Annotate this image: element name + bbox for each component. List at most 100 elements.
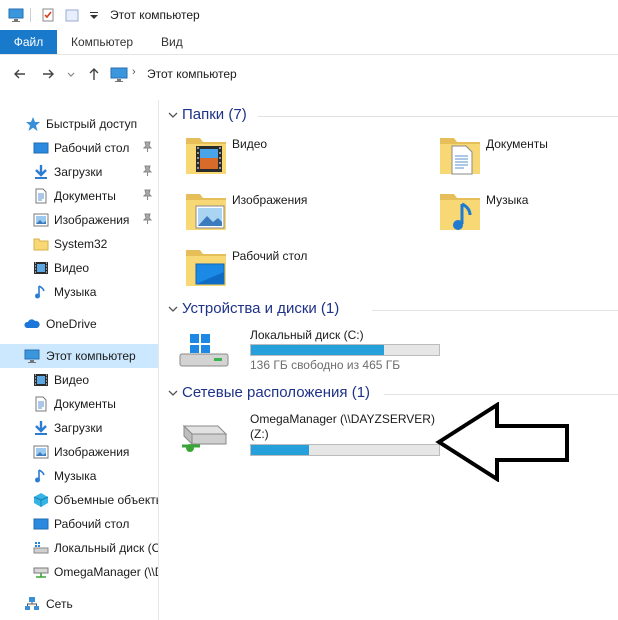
navigation-bar: › Этот компьютер (0, 56, 618, 92)
sidebar-item-documents[interactable]: Документы (0, 392, 158, 416)
sidebar-item-3d-objects[interactable]: Объемные объекты (0, 488, 158, 512)
sidebar-item-pictures[interactable]: Изображения (0, 208, 158, 232)
sidebar-item-documents[interactable]: Документы (0, 184, 158, 208)
chevron-right-icon[interactable]: › (132, 66, 136, 78)
sidebar-item-videos[interactable]: Видео (0, 368, 158, 392)
local-disk-icon (33, 542, 49, 554)
arrow-right-icon (43, 69, 54, 79)
customize-toolbar-icon[interactable] (86, 7, 102, 23)
sidebar-item-pictures[interactable]: Изображения (0, 440, 158, 464)
pin-icon[interactable] (143, 165, 152, 177)
sidebar-item-label: Документы (54, 397, 116, 411)
drive-usage-fill (251, 445, 310, 455)
group-header-folders[interactable]: Папки (7) (160, 106, 618, 126)
pin-icon[interactable] (143, 141, 152, 153)
desktop-folder-icon (186, 250, 226, 286)
drive-network-z[interactable]: OmegaManager (\\DAYZSERVER) (Z:) (178, 412, 448, 460)
drive-local-c[interactable]: Локальный диск (C:) 136 ГБ свободно из 4… (178, 328, 448, 376)
sidebar-item-label: Видео (54, 373, 90, 387)
sidebar-item-label: Загрузки (54, 421, 103, 435)
folder-name: Изображения (232, 193, 308, 207)
sidebar-item-label: Музыка (54, 469, 97, 483)
network-icon (25, 597, 39, 610)
videos-icon (34, 262, 48, 274)
sidebar-item-label: Рабочий стол (54, 141, 130, 155)
drive-name: Локальный диск (C:) (250, 328, 364, 342)
left-arrow-icon (435, 402, 569, 482)
folder-tile-documents[interactable]: Документы (436, 132, 618, 182)
windows-drive-icon (179, 334, 229, 367)
tab-computer[interactable]: Компьютер (71, 30, 133, 54)
desktop-icon (33, 518, 49, 530)
sidebar-item-onedrive[interactable]: OneDrive (0, 312, 158, 336)
pin-icon[interactable] (143, 189, 152, 201)
drive-name-line2: (Z:) (250, 427, 269, 441)
pane-splitter[interactable] (158, 100, 159, 620)
forward-button[interactable] (40, 66, 56, 85)
group-title: Устройства и диски (1) (182, 300, 340, 317)
group-divider (372, 310, 618, 311)
sidebar-item-this-pc[interactable]: Этот компьютер (0, 344, 158, 368)
pin-icon[interactable] (143, 213, 152, 225)
downloads-icon (35, 165, 47, 179)
sidebar-item-music[interactable]: Музыка (0, 464, 158, 488)
up-button[interactable] (86, 66, 102, 85)
sidebar-item-music[interactable]: Музыка (0, 280, 158, 304)
folder-tile-videos[interactable]: Видео (182, 132, 422, 182)
sidebar-item-videos[interactable]: Видео (0, 256, 158, 280)
folder-tile-music[interactable]: Музыка (436, 188, 618, 238)
group-header-network[interactable]: Сетевые расположения (1) (160, 384, 618, 404)
sidebar-item-label: Объемные объекты (54, 493, 158, 507)
sidebar-item-label: Сеть (46, 597, 73, 611)
sidebar-item-label: Загрузки (54, 165, 103, 179)
tab-file[interactable]: Файл (0, 30, 57, 54)
sidebar-item-desktop[interactable]: Рабочий стол (0, 512, 158, 536)
drive-name-line1: OmegaManager (\\DAYZSERVER) (250, 412, 435, 426)
sidebar-item-network[interactable]: Сеть (0, 592, 158, 616)
music-folder-icon (440, 194, 480, 230)
sidebar-item-downloads[interactable]: Загрузки (0, 416, 158, 440)
computer-icon (110, 67, 128, 82)
new-folder-icon[interactable] (64, 7, 80, 23)
drive-free-space: 136 ГБ свободно из 465 ГБ (250, 358, 401, 372)
recent-locations-button[interactable] (66, 66, 76, 85)
window-title: Этот компьютер (110, 8, 200, 22)
drive-usage-bar (250, 444, 440, 456)
group-divider (384, 394, 618, 395)
documents-icon (35, 396, 47, 412)
group-divider (258, 116, 618, 117)
sidebar-item-desktop[interactable]: Рабочий стол (0, 136, 158, 160)
sidebar-item-label: Изображения (54, 445, 130, 459)
chevron-down-icon (168, 112, 178, 118)
sidebar-item-label: Быстрый доступ (46, 117, 138, 131)
sidebar-item-network-drive[interactable]: OmegaManager (\\DAYZSERVER) (Z:) (0, 560, 158, 584)
properties-icon[interactable] (40, 7, 56, 23)
videos-icon (34, 374, 48, 386)
breadcrumb[interactable]: Этот компьютер (147, 67, 237, 81)
sidebar-item-label: Этот компьютер (46, 349, 136, 363)
drive-usage-bar (250, 344, 440, 356)
sidebar-item-system32[interactable]: System32 (0, 232, 158, 256)
folder-tile-pictures[interactable]: Изображения (182, 188, 422, 238)
content-pane: Папки (7) Видео Документы Изображения Му… (160, 100, 618, 620)
network-drive-icon (33, 567, 49, 578)
chevron-down-icon (168, 390, 178, 396)
sidebar-item-label: Рабочий стол (54, 517, 130, 531)
network-drive-icon (182, 424, 228, 452)
sidebar-item-label: Изображения (54, 213, 130, 227)
computer-icon[interactable] (8, 7, 24, 23)
folder-icon (33, 238, 49, 251)
sidebar-item-label: Документы (54, 189, 116, 203)
sidebar-item-downloads[interactable]: Загрузки (0, 160, 158, 184)
toolbar-separator (30, 8, 31, 22)
sidebar-item-local-disk[interactable]: Локальный диск (C:) (0, 536, 158, 560)
onedrive-icon (24, 319, 40, 328)
sidebar-item-quick-access[interactable]: Быстрый доступ (0, 112, 158, 136)
sidebar-item-label: Видео (54, 261, 90, 275)
group-header-devices[interactable]: Устройства и диски (1) (160, 300, 618, 320)
navigation-pane: Быстрый доступ Рабочий стол Загрузки Док… (0, 100, 158, 620)
group-title: Сетевые расположения (1) (182, 384, 371, 401)
back-button[interactable] (12, 66, 28, 85)
folder-tile-desktop[interactable]: Рабочий стол (182, 244, 422, 294)
tab-view[interactable]: Вид (161, 30, 183, 54)
